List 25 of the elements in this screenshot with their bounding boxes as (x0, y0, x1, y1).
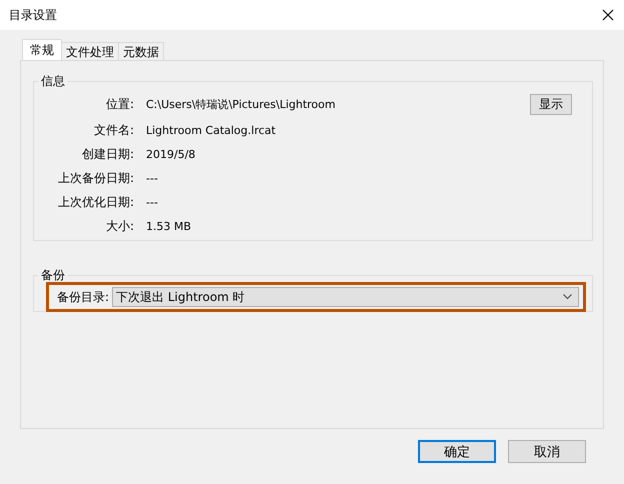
dialog-button[interactable]: 取消 (508, 440, 586, 463)
tab[interactable]: 常规 (22, 39, 62, 60)
field-label: 备份目录: (57, 288, 110, 306)
field-label: 创建日期: (80, 146, 134, 163)
field-label: 上次优化日期: (56, 194, 134, 211)
tab[interactable]: 文件处理 (61, 42, 119, 60)
field-value: --- (146, 172, 159, 185)
field-value: --- (146, 196, 159, 209)
show-button[interactable]: 显示 (530, 94, 572, 115)
field-value: Lightroom Catalog.lrcat (146, 124, 277, 137)
field-value: C:\Users\特瑞说\Pictures\Lightroom (146, 97, 336, 112)
tab[interactable]: 元数据 (118, 42, 164, 60)
group-title: 备份 (40, 267, 66, 284)
backup-dropdown[interactable]: 下次退出 Lightroom 时 (112, 287, 579, 307)
dialog-button[interactable]: 确定 (418, 440, 496, 463)
field-label: 上次备份日期: (56, 170, 134, 187)
field-label: 文件名: (92, 122, 134, 139)
close-icon[interactable] (602, 9, 614, 21)
field-value: 1.53 MB (146, 220, 192, 233)
field-label: 位置: (104, 96, 134, 113)
field-label: 大小: (104, 218, 134, 235)
group-title: 信息 (40, 73, 66, 90)
window-title: 目录设置 (9, 6, 57, 24)
caret-icon (563, 294, 572, 300)
field-value: 2019/5/8 (146, 148, 196, 161)
